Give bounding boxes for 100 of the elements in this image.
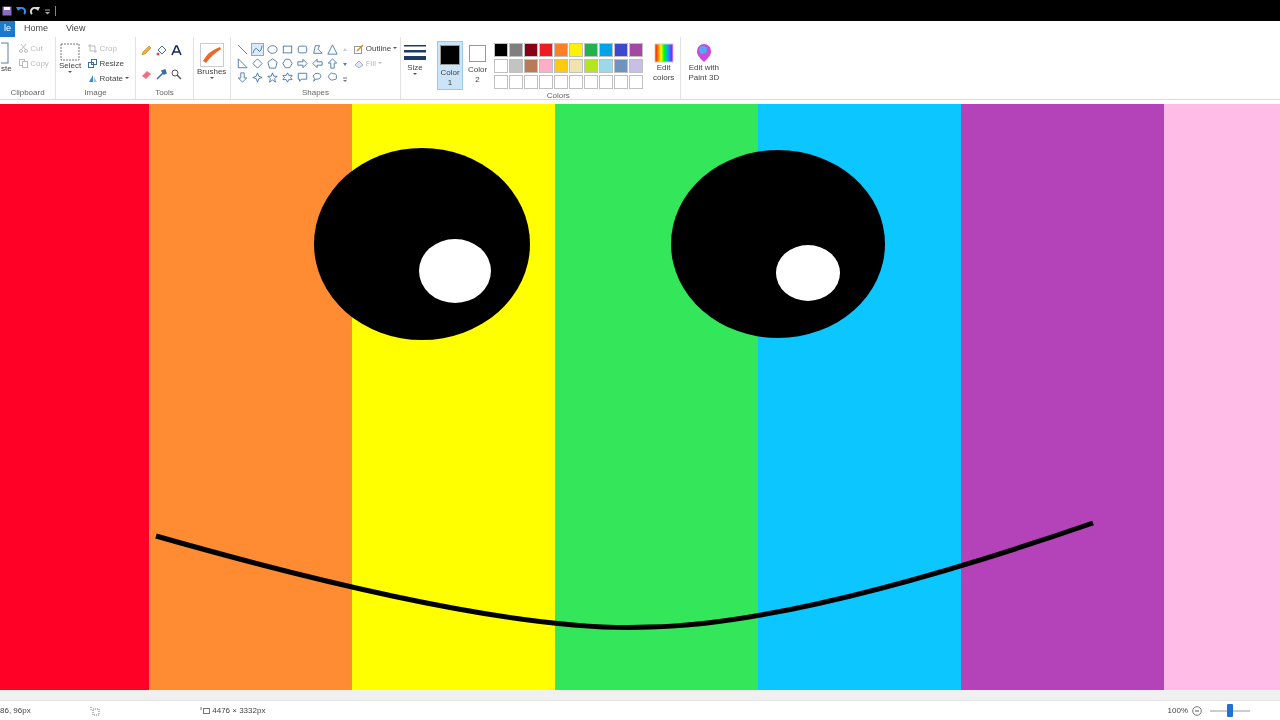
outline-button[interactable]: Outline (351, 41, 400, 56)
right-arrow-icon[interactable] (295, 57, 309, 70)
oval-icon[interactable] (265, 43, 279, 56)
pencil-icon (353, 43, 364, 54)
color-picker-icon[interactable] (155, 69, 167, 80)
curve-icon[interactable] (250, 43, 264, 56)
palette-swatch[interactable] (629, 43, 644, 57)
up-arrow-icon[interactable] (325, 57, 339, 70)
empty-swatch[interactable] (584, 75, 599, 89)
empty-swatch[interactable] (614, 75, 629, 89)
palette-swatch[interactable] (524, 43, 539, 57)
empty-swatch[interactable] (509, 75, 524, 89)
empty-swatch[interactable] (494, 75, 509, 89)
left-arrow-icon[interactable] (310, 57, 324, 70)
empty-swatch[interactable] (539, 75, 554, 89)
selection-size-icon (90, 705, 100, 716)
star-icon[interactable] (265, 71, 279, 84)
cursor-position: 86, 96px (0, 704, 32, 717)
empty-swatch[interactable] (524, 75, 539, 89)
empty-swatch[interactable] (569, 75, 584, 89)
empty-swatch[interactable] (554, 75, 569, 89)
image-size-icon (200, 705, 210, 716)
color-slot[interactable]: Color 1 (437, 41, 463, 90)
paste-button[interactable]: ste (0, 41, 13, 87)
oval-callout-icon[interactable] (310, 71, 324, 84)
pencil-icon[interactable] (140, 45, 152, 56)
resize-button[interactable]: Resize (86, 56, 132, 71)
brushes-button[interactable]: Brushes (194, 41, 230, 87)
caret-icon (393, 47, 398, 50)
scroll-bar[interactable] (0, 690, 1280, 700)
group-label: Shapes (300, 87, 331, 99)
eraser-icon[interactable] (140, 69, 152, 80)
rotate-icon (88, 74, 98, 83)
palette-swatch[interactable] (599, 43, 614, 57)
size-button[interactable]: Size (401, 41, 429, 99)
palette-swatch[interactable] (614, 59, 629, 73)
undo-icon[interactable] (16, 5, 26, 16)
rotate-button[interactable]: Rotate (86, 71, 132, 86)
empty-swatch[interactable] (599, 75, 614, 89)
caret-icon (413, 73, 417, 76)
triangle-icon[interactable] (325, 43, 339, 56)
pentagon-icon[interactable] (265, 57, 279, 70)
palette-swatch[interactable] (539, 43, 554, 57)
palette-swatch[interactable] (584, 43, 599, 57)
copy-icon (19, 59, 29, 68)
magnifier-icon[interactable] (170, 69, 182, 80)
palette-swatch[interactable] (554, 59, 569, 73)
palette-swatch[interactable] (569, 43, 584, 57)
palette-swatch[interactable] (614, 43, 629, 57)
more-icon[interactable] (341, 77, 348, 83)
line-width-icon (404, 43, 426, 63)
text-icon[interactable] (170, 45, 182, 56)
cloud-callout-icon[interactable] (325, 71, 339, 84)
palette-swatch[interactable] (554, 43, 569, 57)
customize-icon[interactable] (44, 6, 51, 15)
caret-icon (125, 77, 130, 80)
color-slot[interactable]: Color 2 (465, 41, 491, 90)
edit-colors-button[interactable]: Edit colors (647, 41, 680, 90)
crop-icon (88, 44, 98, 53)
palette-swatch[interactable] (494, 59, 509, 73)
resize-icon (88, 59, 98, 68)
scroll-up-icon[interactable] (341, 47, 348, 53)
slider-thumb[interactable] (1227, 704, 1233, 717)
scissors-icon (19, 44, 29, 53)
save-icon[interactable] (2, 5, 12, 16)
palette-swatch[interactable] (569, 59, 584, 73)
palette-swatch[interactable] (599, 59, 614, 73)
caret-icon (209, 77, 214, 80)
palette-swatch[interactable] (509, 43, 524, 57)
diamond-icon[interactable] (250, 57, 264, 70)
select-button[interactable]: Select (56, 41, 85, 87)
ribbon-tab[interactable]: le (0, 21, 15, 37)
palette-swatch[interactable] (494, 43, 509, 57)
brush-icon (199, 43, 224, 67)
polygon-icon[interactable] (310, 43, 324, 56)
down-arrow-icon[interactable] (235, 71, 249, 84)
rectangle-callout-icon[interactable] (295, 71, 309, 84)
rounded-rectangle-icon[interactable] (295, 43, 309, 56)
empty-swatch[interactable] (629, 75, 644, 89)
paint3d-button[interactable]: Edit with Paint 3D (682, 41, 725, 85)
image-size: 4476 × 3332px (212, 704, 266, 717)
canvas-drawing[interactable] (0, 104, 1280, 690)
redo-icon[interactable] (30, 5, 40, 16)
zoom-out-icon[interactable] (1192, 705, 1202, 716)
right-triangle-icon[interactable] (235, 57, 249, 70)
group-label: Colors (545, 90, 571, 102)
zoom-level: 100% (1167, 704, 1188, 717)
palette-swatch[interactable] (509, 59, 524, 73)
scroll-down-icon[interactable] (341, 62, 348, 68)
rectangle-icon[interactable] (280, 43, 294, 56)
selection-icon (60, 43, 81, 61)
palette-swatch[interactable] (524, 59, 539, 73)
palette-swatch[interactable] (584, 59, 599, 73)
palette-swatch[interactable] (629, 59, 644, 73)
group-label: Tools (154, 87, 175, 99)
four-point-star-icon[interactable] (250, 71, 264, 84)
palette-swatch[interactable] (539, 59, 554, 73)
six-point-star-icon[interactable] (280, 71, 294, 84)
line-icon[interactable] (235, 43, 249, 56)
hexagon-icon[interactable] (280, 57, 294, 70)
